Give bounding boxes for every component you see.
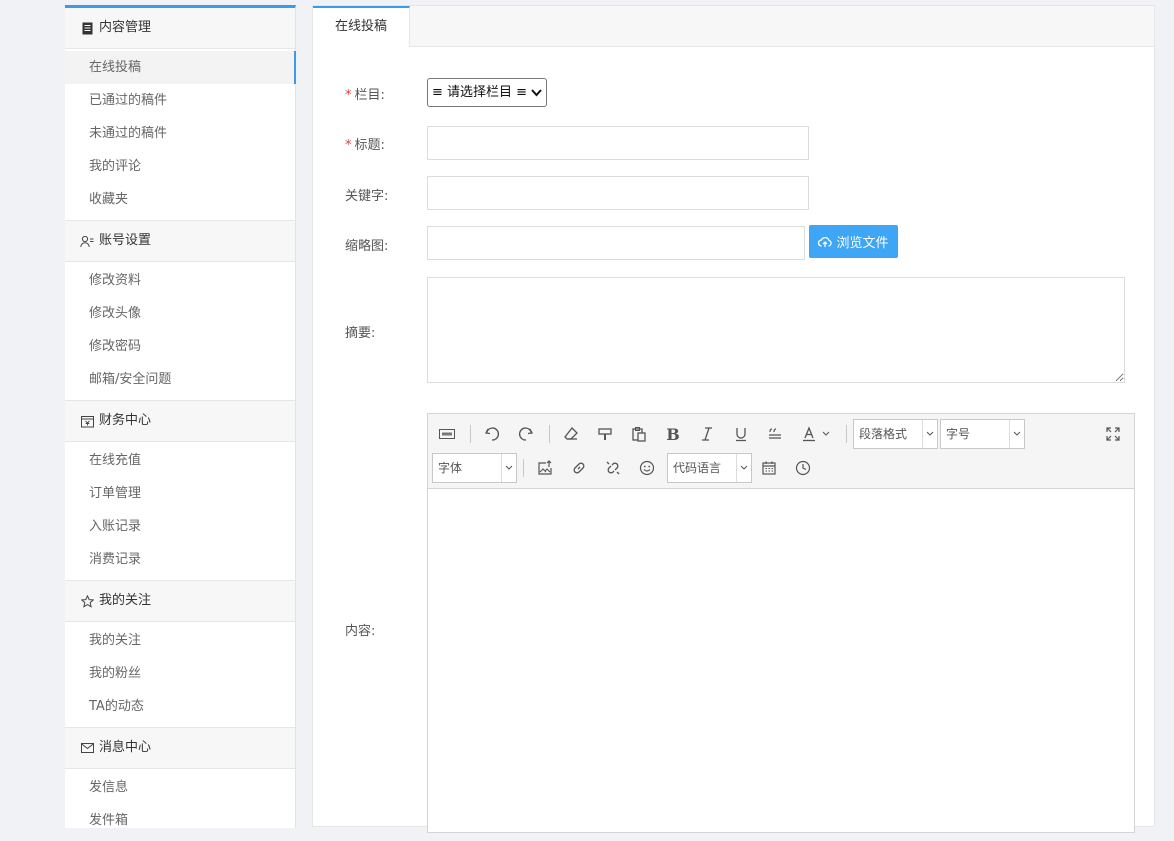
sidebar-group-items: 在线充值 订单管理 入账记录 消费记录 [65,442,295,580]
sidebar-group-title: 消息中心 [99,740,152,755]
sidebar-item[interactable]: 消费记录 [65,543,295,576]
rich-text-editor[interactable]: B 段落格式 字号 字体 代码语言 [427,413,1135,833]
html-source-icon[interactable] [435,422,459,446]
eraser-icon[interactable] [559,422,583,446]
sidebar-item[interactable]: 在线充值 [65,444,295,477]
font-family-select[interactable]: 字体 [432,453,517,483]
sidebar-group-items: 在线投稿 已通过的稿件 未通过的稿件 我的评论 收藏夹 [65,49,296,220]
sidebar-item[interactable]: 修改头像 [65,297,295,330]
sidebar-item[interactable]: 收藏夹 [65,183,295,216]
sidebar-item[interactable]: 修改资料 [65,264,295,297]
keywords-label: 关键字: [345,189,389,204]
main-panel: 在线投稿 * 栏目: ≡ 请选择栏目 ≡ * 标题: 关键字: 缩略图: 浏览文件 … [312,5,1155,833]
summary-textarea[interactable] [427,277,1125,383]
sidebar-group-title: 内容管理 [99,20,152,35]
sidebar-item[interactable]: 邮箱/安全问题 [65,363,295,396]
sidebar-group-title: 账号设置 [99,233,152,248]
insert-image-icon[interactable] [533,456,557,480]
cloud-upload-icon [818,236,833,248]
sidebar-item[interactable]: 修改密码 [65,330,295,363]
thumbnail-label: 缩略图: [345,239,389,254]
font-size-select[interactable]: 字号 [940,419,1025,449]
content-label: 内容: [345,624,376,639]
sidebar-group-items: 修改资料 修改头像 修改密码 邮箱/安全问题 [65,262,295,400]
chevron-down-icon [1009,420,1024,448]
sidebar-item[interactable]: 订单管理 [65,477,295,510]
unlink-icon[interactable] [601,456,625,480]
tab-online-submission[interactable]: 在线投稿 [313,6,410,47]
sidebar-item[interactable]: 未通过的稿件 [65,117,295,150]
tab-bar: 在线投稿 [313,6,1154,47]
fullscreen-icon[interactable] [1101,422,1125,446]
sidebar-group-header[interactable]: 消息中心 [65,727,295,769]
paste-icon[interactable] [627,422,651,446]
sidebar-group-header[interactable]: 内容管理 [65,8,295,49]
emoji-icon[interactable] [635,456,659,480]
toolbar-separator [846,425,847,443]
chevron-down-icon[interactable] [820,422,832,446]
star-icon [80,594,94,608]
sidebar-item[interactable]: TA的动态 [65,690,295,723]
underline-icon[interactable] [729,422,753,446]
sidebar-group-header[interactable]: 账号设置 [65,220,295,262]
blockquote-icon[interactable] [763,422,787,446]
sidebar: 内容管理在线投稿 已通过的稿件 未通过的稿件 我的评论 收藏夹账号设置修改资料 修改头像修… [65,5,296,828]
editor-content-area[interactable] [428,489,1134,829]
code-language-select[interactable]: 代码语言 [667,453,752,483]
document-icon [80,21,94,35]
title-input[interactable] [427,126,809,160]
sidebar-item[interactable]: 发件箱 [65,804,295,837]
keywords-input[interactable] [427,176,809,210]
sidebar-item[interactable]: 我的评论 [65,150,295,183]
sidebar-group-items: 我的关注 我的粉丝 TA的动态 [65,622,295,727]
sidebar-item[interactable]: 入账记录 [65,510,295,543]
chevron-down-icon [501,454,516,482]
sidebar-group-title: 我的关注 [99,593,152,608]
sidebar-item[interactable]: 发信息 [65,771,295,804]
toolbar-separator [549,425,550,443]
redo-icon[interactable] [514,422,538,446]
sidebar-item[interactable]: 在线投稿 [65,51,296,84]
undo-icon[interactable] [480,422,504,446]
paragraph-format-select[interactable]: 段落格式 [853,419,938,449]
editor-toolbar: B 段落格式 字号 字体 代码语言 [428,414,1134,489]
wallet-icon [80,414,94,428]
mail-icon [80,741,94,755]
category-select[interactable]: ≡ 请选择栏目 ≡ [427,78,547,107]
toolbar-separator [470,425,471,443]
sidebar-group-title: 财务中心 [99,413,152,428]
sidebar-item[interactable]: 我的粉丝 [65,657,295,690]
time-icon[interactable] [791,456,815,480]
toolbar-separator [523,459,524,477]
category-select-value: ≡ 请选择栏目 ≡ [432,85,528,100]
chevron-down-icon [531,79,542,116]
sidebar-group-header[interactable]: 财务中心 [65,400,295,442]
date-icon[interactable] [757,456,781,480]
thumbnail-input[interactable] [427,226,805,260]
chevron-down-icon [922,420,937,448]
sidebar-group-items: 发信息 发件箱 [65,769,295,841]
required-mark: * [345,88,352,103]
sidebar-group-header[interactable]: 我的关注 [65,580,295,622]
chevron-down-icon [736,454,751,482]
italic-icon[interactable] [695,422,719,446]
link-icon[interactable] [567,456,591,480]
sidebar-item[interactable]: 我的关注 [65,624,295,657]
sidebar-item[interactable]: 已通过的稿件 [65,84,295,117]
font-color-icon[interactable] [797,422,821,446]
browse-file-button[interactable]: 浏览文件 [809,225,898,258]
category-label: * 栏目: [345,88,385,103]
format-painter-icon[interactable] [593,422,617,446]
summary-label: 摘要: [345,326,376,341]
user-settings-icon [80,234,94,248]
title-label: * 标题: [345,138,385,153]
bold-icon[interactable]: B [661,422,685,446]
